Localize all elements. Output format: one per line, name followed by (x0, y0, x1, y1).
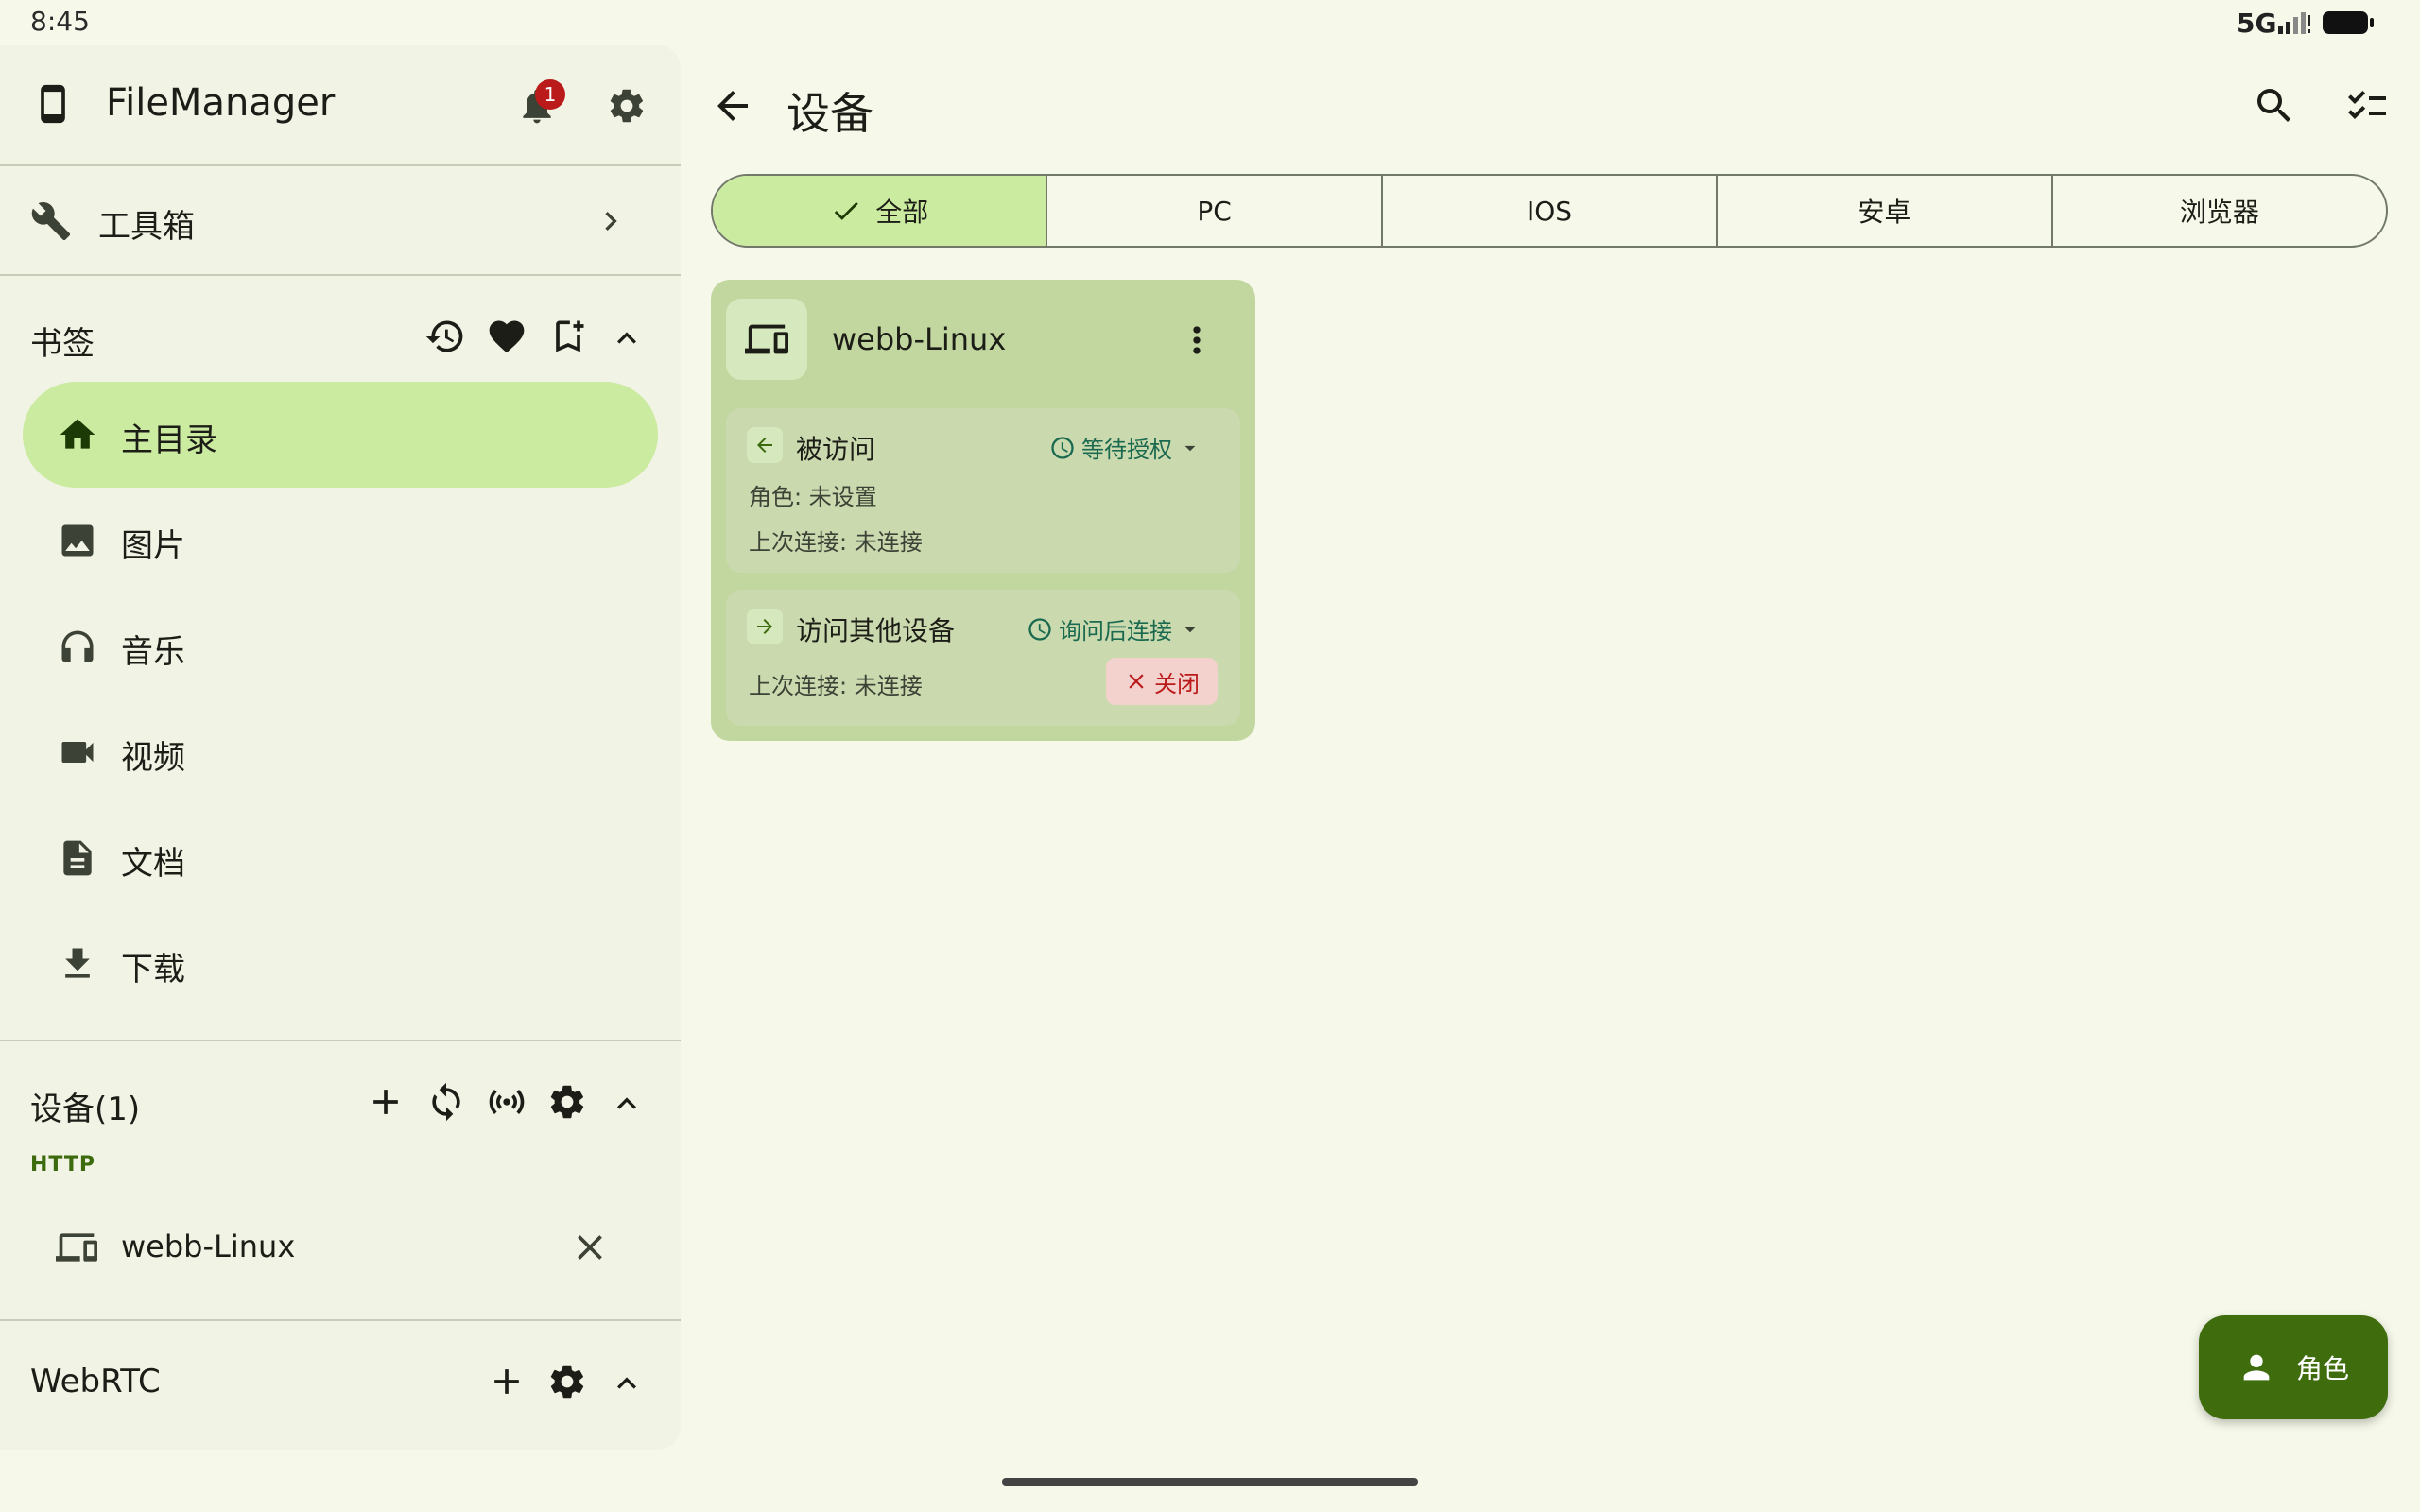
tab-pc-label: PC (1197, 195, 1232, 227)
device-card[interactable]: webb-Linux 被访问 等待授权 角色: 未设置 上次连接: 未连接 访问… (711, 280, 1255, 741)
devices-header: 设备(1) (30, 1091, 141, 1128)
role-fab-label: 角色 (2295, 1353, 2349, 1384)
status-time: 8:45 (30, 6, 90, 37)
device-list-item[interactable]: webb-Linux (23, 1200, 658, 1295)
devices-settings-gear-icon[interactable] (546, 1081, 588, 1123)
webrtc-collapse-chevron-up-icon[interactable] (608, 1365, 646, 1402)
home-indicator[interactable] (1002, 1478, 1418, 1486)
battery-icon (2322, 9, 2375, 36)
bookmark-item-pictures[interactable]: 图片 (23, 488, 658, 593)
bookmark-item-music[interactable]: 音乐 (23, 593, 658, 699)
incoming-role: 角色: 未设置 (749, 484, 877, 510)
close-connection-button[interactable]: 关闭 (1106, 658, 1218, 705)
close-icon (1129, 674, 1144, 689)
outgoing-status-dropdown[interactable]: 询问后连接 (1027, 612, 1202, 645)
clock-icon (1028, 617, 1051, 641)
navigation-drawer: FileManager 1 工具箱 书签 主目录 图片 音乐 视频 文档 下载 … (0, 45, 681, 1450)
home-icon (57, 414, 98, 455)
outgoing-status-label: 询问后连接 (1059, 618, 1172, 644)
history-icon[interactable] (424, 316, 466, 357)
signal-icon (2278, 11, 2312, 34)
add-icon[interactable] (365, 1081, 406, 1123)
bookmark-label-videos: 视频 (121, 739, 185, 777)
tab-android[interactable]: 安卓 (1716, 176, 2050, 246)
devices-icon (745, 324, 788, 354)
chevron-up-icon[interactable] (608, 319, 646, 357)
arrow-right-icon (757, 619, 772, 634)
webrtc-header: WebRTC (30, 1363, 161, 1400)
headphones-icon (57, 626, 98, 667)
phone-icon (32, 83, 74, 125)
app-title: FileManager (106, 81, 336, 125)
incoming-status-dropdown[interactable]: 等待授权 (1049, 431, 1202, 464)
tab-browser-label: 浏览器 (2179, 197, 2259, 228)
incoming-title: 被访问 (796, 434, 876, 465)
image-icon (57, 520, 98, 561)
toolbox-row[interactable]: 工具箱 (0, 166, 681, 274)
outgoing-access-panel: 访问其他设备 询问后连接 上次连接: 未连接 关闭 (726, 590, 1240, 726)
page-title: 设备 (786, 88, 873, 139)
remove-device-close-icon[interactable] (569, 1227, 611, 1268)
device-name: webb-Linux (832, 321, 1007, 357)
person-icon (2243, 1354, 2270, 1381)
card-device-icon-box (726, 299, 807, 380)
incoming-status-label: 等待授权 (1081, 437, 1172, 463)
tab-ios[interactable]: IOS (1380, 176, 1716, 246)
device-filter-tabs: 全部 PC IOS 安卓 浏览器 (711, 174, 2388, 248)
wrench-icon (30, 200, 72, 242)
tab-pc[interactable]: PC (1046, 176, 1380, 246)
device-list-label: webb-Linux (121, 1228, 296, 1264)
dropdown-arrow-icon (1184, 445, 1196, 451)
back-arrow-icon[interactable] (710, 83, 755, 129)
checklist-icon[interactable] (2344, 83, 2390, 129)
outgoing-arrow-box (747, 609, 783, 644)
tab-all-label: 全部 (875, 197, 929, 228)
bookmark-label-documents: 文档 (121, 845, 185, 883)
bookmark-item-downloads[interactable]: 下载 (23, 911, 658, 1017)
close-connection-label: 关闭 (1154, 670, 1200, 697)
outgoing-title: 访问其他设备 (796, 615, 956, 646)
more-vert-icon[interactable] (1176, 319, 1218, 361)
protocol-label: HTTP (30, 1153, 96, 1177)
tab-all[interactable]: 全部 (713, 176, 1046, 246)
webrtc-settings-gear-icon[interactable] (546, 1361, 588, 1402)
role-fab-button[interactable]: 角色 (2199, 1315, 2388, 1419)
incoming-arrow-box (747, 427, 783, 463)
dropdown-arrow-icon (1184, 627, 1196, 632)
bookmark-label-pictures: 图片 (121, 527, 185, 565)
broadcast-icon[interactable] (486, 1081, 527, 1123)
toolbox-label: 工具箱 (98, 208, 195, 246)
bookmark-item-home[interactable]: 主目录 (23, 382, 658, 488)
outgoing-last-connected: 上次连接: 未连接 (749, 673, 923, 699)
tab-android-label: 安卓 (1858, 197, 1911, 228)
bookmark-add-icon[interactable] (547, 316, 589, 357)
video-icon (57, 731, 98, 773)
bookmark-label-downloads: 下载 (121, 951, 185, 988)
webrtc-add-icon[interactable] (486, 1361, 527, 1402)
bookmark-item-videos[interactable]: 视频 (23, 699, 658, 805)
notification-badge: 1 (535, 79, 565, 110)
tab-browser[interactable]: 浏览器 (2050, 176, 2386, 246)
incoming-access-panel: 被访问 等待授权 角色: 未设置 上次连接: 未连接 (726, 408, 1240, 573)
devices-collapse-chevron-up-icon[interactable] (608, 1085, 646, 1123)
search-icon[interactable] (2252, 83, 2297, 129)
tab-ios-label: IOS (1526, 195, 1573, 227)
bookmark-label-music: 音乐 (121, 633, 185, 671)
arrow-left-icon (757, 438, 772, 453)
document-icon (57, 837, 98, 879)
download-icon (57, 943, 98, 985)
clock-icon (1051, 436, 1074, 459)
heart-icon[interactable] (486, 316, 527, 357)
bookmark-label-home: 主目录 (121, 421, 217, 459)
bookmarks-header: 书签 (30, 325, 95, 363)
settings-gear-icon[interactable] (606, 85, 648, 127)
bookmark-item-documents[interactable]: 文档 (23, 805, 658, 911)
incoming-last-connected: 上次连接: 未连接 (749, 529, 923, 556)
chevron-right-icon (592, 202, 630, 240)
sync-icon[interactable] (425, 1081, 467, 1123)
check-icon (835, 201, 858, 220)
devices-icon (53, 1227, 100, 1268)
network-type: 5G (2237, 8, 2277, 39)
